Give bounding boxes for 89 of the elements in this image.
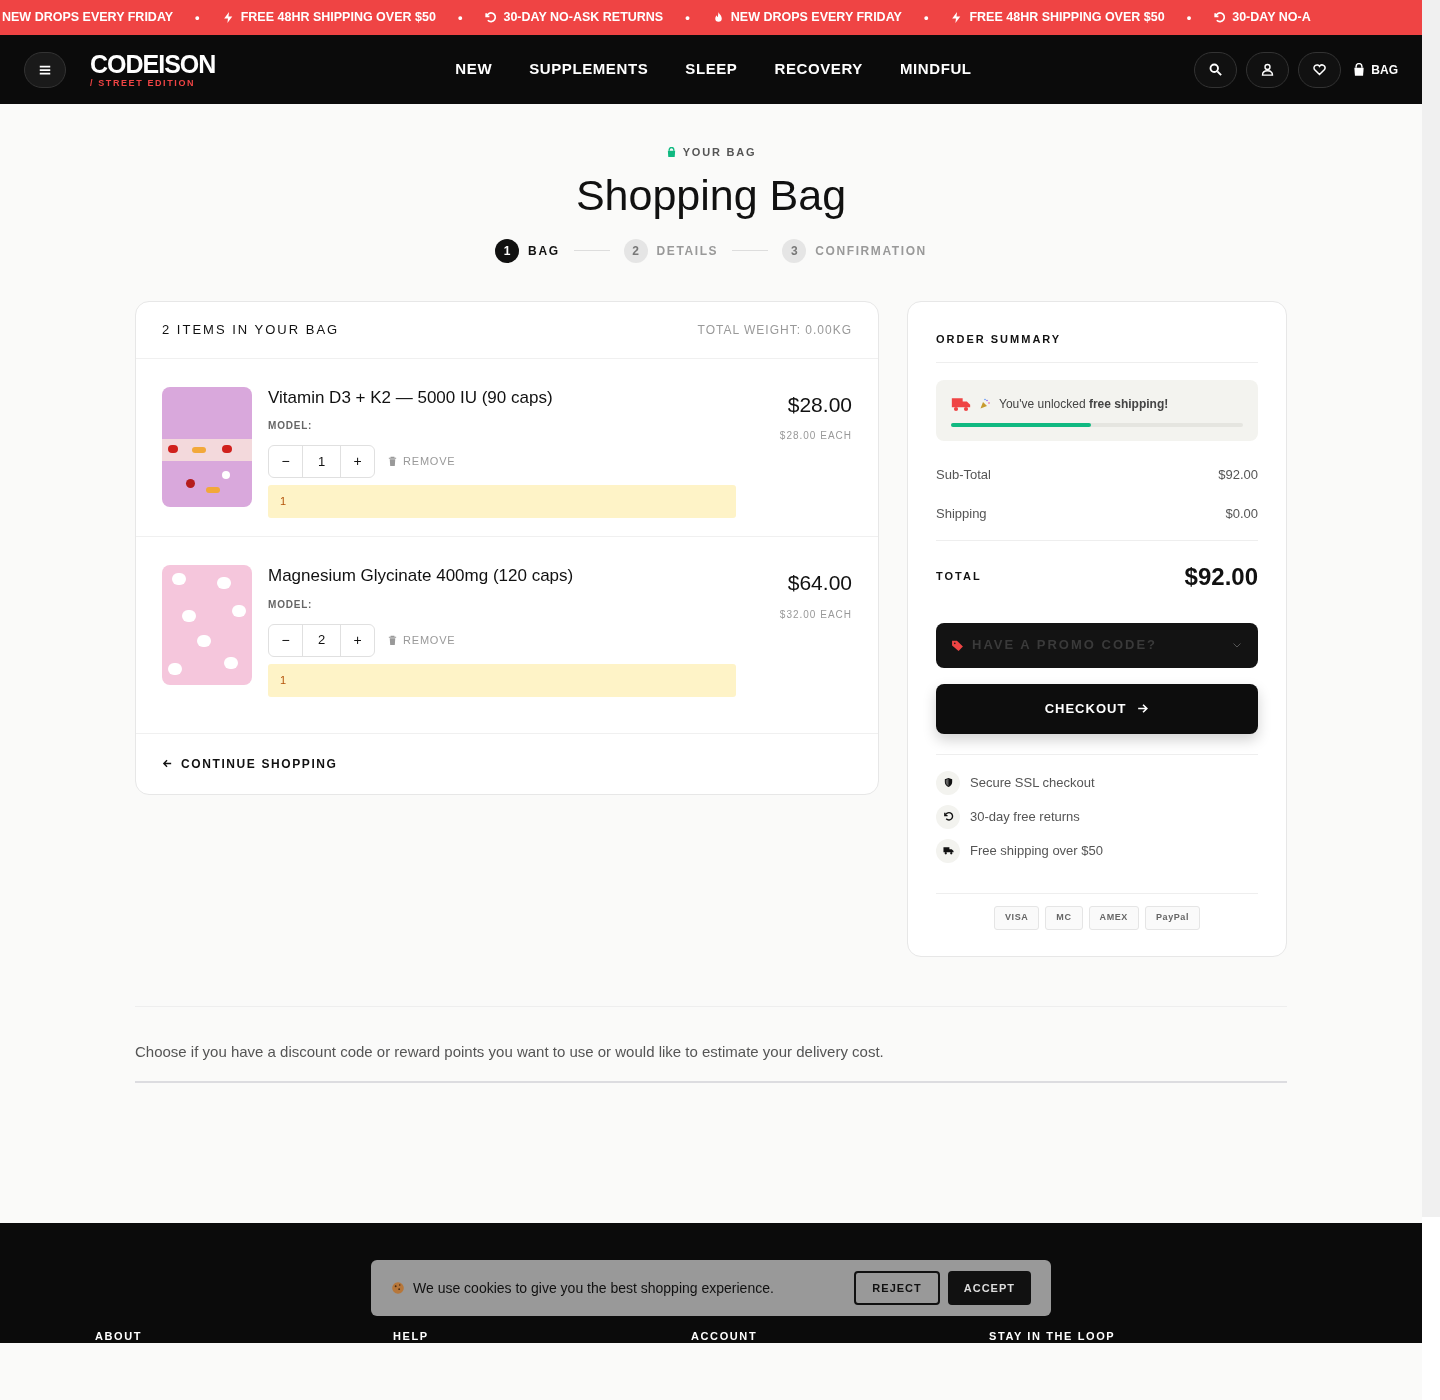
decrease-button[interactable]: − [269, 624, 302, 656]
right-arrow-icon [1136, 702, 1150, 715]
reject-button[interactable]: REJECT [854, 1271, 940, 1305]
undo-arrow-icon [484, 11, 498, 24]
separator-dot: • [195, 8, 200, 27]
continue-shopping-link[interactable]: CONTINUE SHOPPING [162, 754, 338, 773]
nav-link[interactable]: RECOVERY [774, 58, 863, 81]
unit-price: $28.00 EACH [779, 429, 852, 443]
quantity-value: 1 [302, 446, 341, 477]
menu-button[interactable] [24, 51, 66, 88]
left-arrow-icon [162, 758, 173, 769]
item-price: $64.00 [787, 570, 852, 596]
search-icon [1208, 62, 1224, 77]
notice-bar: 1 [268, 663, 736, 697]
summary-heading: ORDER SUMMARY [936, 332, 1062, 345]
wishlist-button[interactable] [1298, 51, 1342, 88]
separator-dot: • [685, 8, 690, 27]
payment-method-badge: MC [1045, 905, 1083, 930]
logo-tagline: / STREET EDITION [90, 78, 197, 88]
separator-dot: • [923, 8, 929, 27]
page-title: Shopping Bag [575, 169, 847, 221]
logo[interactable]: CODEISON [90, 51, 216, 77]
product-name[interactable]: Vitamin D3 + K2 — 5000 IU (90 caps) [268, 384, 736, 410]
summary-label: Shipping [936, 505, 987, 523]
info-text: Choose if you have a discount code or reward points you want to use or would like to estimate your delivery cost. [135, 1041, 885, 1062]
footer-heading: STAY IN THE LOOP [989, 1330, 1116, 1342]
footer-heading: ABOUT [95, 1330, 143, 1342]
undo-arrow-icon [1213, 11, 1227, 24]
checkout-step[interactable]: 2 DETAILS [623, 238, 719, 263]
footer-heading: HELP [393, 1330, 429, 1342]
bag-button[interactable]: BAG [1352, 60, 1398, 79]
summary-value: $0.00 [1225, 505, 1258, 523]
cookie-message: We use cookies to give you the best shopping experience. [413, 1278, 774, 1298]
checkout-step[interactable]: 3 CONFIRMATION [782, 238, 927, 263]
total-label: TOTAL [936, 569, 982, 585]
truck-icon [942, 845, 954, 856]
total-value: $92.00 [1184, 561, 1258, 592]
heart-icon [1312, 62, 1328, 77]
product-name[interactable]: Magnesium Glycinate 400mg (120 caps) [268, 563, 736, 589]
item-price: $28.00 [787, 391, 852, 418]
tag-icon [951, 638, 964, 652]
announcement-text: FREE 48HR SHIPPING OVER $50 [969, 9, 1165, 27]
total-weight: TOTAL WEIGHT: 0.00KG [697, 321, 852, 339]
decrease-button[interactable]: − [269, 446, 302, 477]
announcement-text: 30-DAY NO-ASK RETURNS [503, 9, 664, 27]
nav-link[interactable]: SLEEP [685, 58, 738, 81]
search-button[interactable] [1194, 51, 1238, 88]
model-label: MODEL: [268, 419, 314, 433]
shopping-bag-icon [665, 146, 677, 158]
footer-heading: ACCOUNT [691, 1330, 758, 1342]
increase-button[interactable]: + [341, 624, 374, 656]
checkout-button[interactable]: CHECKOUT [936, 683, 1258, 734]
increase-button[interactable]: + [341, 446, 374, 477]
announcement-text: FREE 48HR SHIPPING OVER $50 [240, 9, 436, 27]
nav-link[interactable]: SUPPLEMENTS [529, 58, 649, 81]
party-popper-icon [979, 397, 991, 410]
model-label: MODEL: [268, 597, 314, 612]
separator-dot: • [1186, 8, 1192, 27]
accept-button[interactable]: ACCEPT [947, 1271, 1031, 1305]
trash-icon [387, 634, 398, 646]
summary-value: $92.00 [1218, 465, 1258, 484]
shield-icon [942, 777, 954, 788]
notice-bar: 1 [268, 485, 736, 518]
cart-heading: 2 ITEMS IN YOUR BAG [162, 320, 340, 339]
assurance-text: Free shipping over $50 [970, 841, 1103, 860]
lightning-bolt-icon [221, 11, 235, 24]
summary-label: Sub-Total [936, 465, 991, 484]
announcement-text: 30-DAY NO-A [1232, 9, 1311, 27]
assurance-text: 30-day free returns [970, 807, 1080, 826]
unit-price: $32.00 EACH [779, 607, 852, 622]
payment-method-badge: VISA [993, 905, 1040, 930]
account-button[interactable] [1246, 51, 1290, 88]
nav-link[interactable]: MINDFUL [899, 58, 972, 81]
announcement-text: NEW DROPS EVERY FRIDAY [2, 9, 174, 27]
shopping-bag-icon [1352, 62, 1367, 77]
free-shipping-message: You've unlocked free shipping! [999, 395, 1169, 413]
quantity-value: 2 [302, 624, 341, 656]
trash-icon [387, 456, 398, 467]
payment-method-badge: PayPal [1144, 905, 1201, 930]
separator-dot: • [457, 8, 463, 27]
payment-method-badge: AMEX [1088, 905, 1139, 930]
eyebrow-label: YOUR BAG [682, 145, 757, 160]
undo-arrow-icon [942, 811, 954, 822]
cookie-icon [391, 1281, 405, 1295]
person-icon [1260, 62, 1276, 77]
announcement-text: NEW DROPS EVERY FRIDAY [730, 9, 902, 27]
nav-link[interactable]: NEW [455, 58, 493, 81]
checkout-step[interactable]: 1 BAG [495, 238, 560, 263]
assurance-text: Secure SSL checkout [970, 773, 1095, 792]
